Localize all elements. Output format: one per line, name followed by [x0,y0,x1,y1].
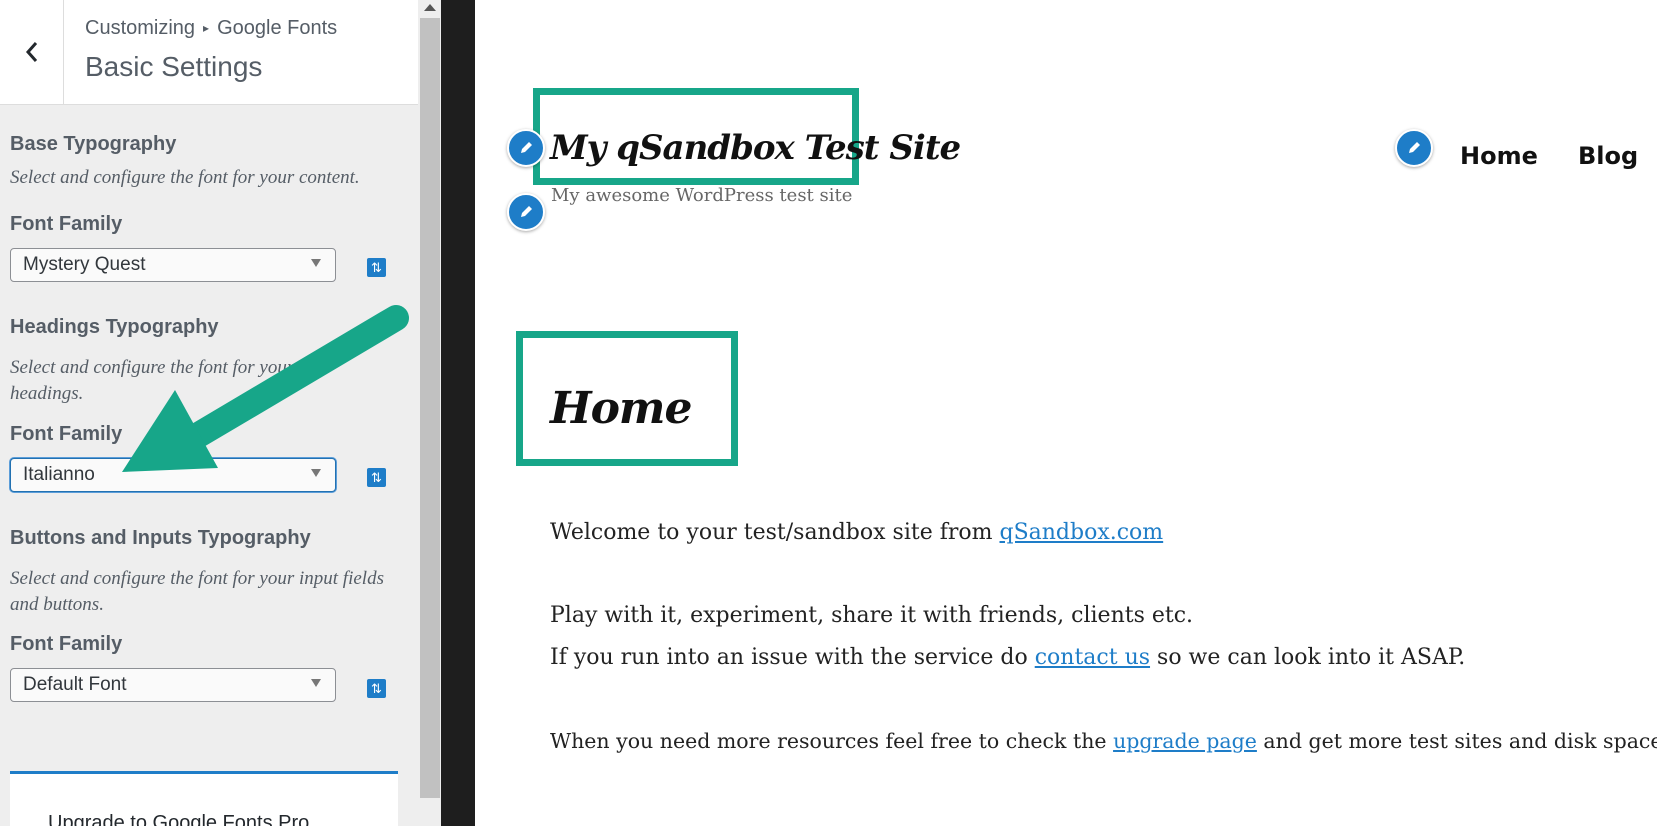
pencil-icon[interactable] [507,193,545,231]
buttons-font-family-select[interactable]: Default Font [10,668,336,702]
sliders-icon[interactable]: ⇅ [367,679,386,698]
chevron-left-icon [25,42,37,62]
base-typography-description: Select and configure the font for your c… [10,167,360,188]
breadcrumb-current: Google Fonts [217,17,338,39]
paragraph-resources: When you need more resources feel free t… [550,729,1657,753]
pencil-icon[interactable] [507,129,545,167]
base-font-family-select[interactable]: Mystery Quest [10,248,336,282]
buttons-font-family-label: Font Family [10,633,123,655]
select-value: Italianno [23,464,95,485]
paragraph-welcome: Welcome to your test/sandbox site from q… [550,520,1163,545]
breadcrumb-separator-icon: ▸ [203,21,210,35]
contact-us-link[interactable]: contact us [1035,645,1150,670]
paragraph-text: so we can look into it ASAP. [1150,645,1466,670]
paragraph-text: When you need more resources feel free t… [550,729,1114,753]
select-value: Default Font [23,674,127,695]
sidebar-scrollbar[interactable] [418,0,441,826]
qsandbox-link[interactable]: qSandbox.com [999,520,1163,545]
paragraph-play: Play with it, experiment, share it with … [550,603,1194,628]
upgrade-page-link[interactable]: upgrade page [1113,729,1257,753]
divider [441,0,475,826]
paragraph-issue: If you run into an issue with the servic… [550,645,1465,670]
back-button[interactable] [0,0,64,104]
upgrade-card[interactable]: Upgrade to Google Fonts Pro [10,771,398,826]
sliders-icon[interactable]: ⇅ [367,258,386,277]
buttons-inputs-typography-description: Select and configure the font for your i… [10,568,384,615]
headings-font-family-label: Font Family [10,423,123,445]
caret-down-icon [311,469,321,477]
pencil-icon[interactable] [1395,129,1433,167]
base-typography-heading: Base Typography [10,133,177,155]
caret-down-icon [311,259,321,267]
page-heading: Home [550,383,692,434]
headings-typography-description: Select and configure the font for your h… [10,357,295,404]
select-value: Mystery Quest [23,254,146,275]
site-title[interactable]: My qSandbox Test Site [550,128,961,168]
paragraph-text: If you run into an issue with the servic… [550,645,1035,670]
headings-font-family-select[interactable]: Italianno [10,458,336,492]
sliders-icon[interactable]: ⇅ [367,468,386,487]
site-tagline: My awesome WordPress test site [551,185,853,206]
headings-typography-heading: Headings Typography [10,316,219,338]
paragraph-text: and get more test sites and disk space. [1256,729,1657,753]
nav-item-blog[interactable]: Blog [1578,142,1638,170]
breadcrumb: Customizing ▸ Google Fonts [85,17,337,40]
site-preview: My qSandbox Test Site My awesome WordPre… [475,0,1657,826]
scroll-up-arrow-icon[interactable] [424,4,436,11]
scroll-thumb[interactable] [420,18,440,798]
base-font-family-label: Font Family [10,213,123,235]
sidebar-header: Customizing ▸ Google Fonts Basic Settings [0,0,418,105]
customizer-sidebar: Customizing ▸ Google Fonts Basic Settings … [0,0,418,826]
breadcrumb-root: Customizing [85,17,196,39]
upgrade-text: Upgrade to Google Fonts Pro [48,812,310,826]
caret-down-icon [311,679,321,687]
nav-item-home[interactable]: Home [1460,142,1538,170]
paragraph-text: Welcome to your test/sandbox site from [550,520,1000,545]
buttons-inputs-typography-heading: Buttons and Inputs Typography [10,527,311,549]
section-title: Basic Settings [85,51,263,82]
